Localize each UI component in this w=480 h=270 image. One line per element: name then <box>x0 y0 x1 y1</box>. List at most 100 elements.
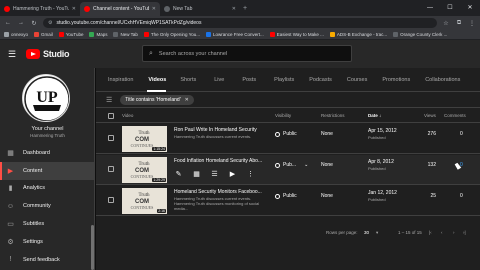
next-page-icon[interactable]: › <box>453 230 455 235</box>
search-input[interactable] <box>158 50 339 57</box>
video-thumbnail[interactable]: Truth COM CONTINUES 1:15:24 <box>122 126 167 152</box>
video-duration: 1:15:24 <box>152 147 166 151</box>
bookmark-7[interactable]: Easiest Way to Make ... <box>269 32 324 37</box>
video-title[interactable]: Ron Paul Write In Homeland Security <box>174 127 257 133</box>
rows-per-page-dropdown-icon[interactable]: ▾ <box>376 230 378 236</box>
visibility-cell[interactable]: Public <box>275 193 297 199</box>
visibility-cell[interactable]: Public <box>275 131 297 137</box>
video-title[interactable]: Food Inflation Homeland Security Abo... <box>174 158 262 164</box>
video-thumbnail[interactable]: Truth COM CONTINUES 1:29:29 <box>122 157 167 183</box>
back-icon[interactable]: ← <box>4 20 12 26</box>
bookmark-9[interactable]: Orange County Clerk ... <box>393 32 447 37</box>
visibility-value: Pub... <box>283 162 297 168</box>
date-value: Apr 8, 2012 <box>368 159 394 165</box>
comments-value[interactable]: 0 <box>460 131 463 137</box>
select-all-checkbox[interactable] <box>108 113 114 119</box>
last-page-icon[interactable]: ›| <box>463 230 466 235</box>
bookmark-star-icon[interactable]: ☆ <box>442 20 450 27</box>
video-title[interactable]: Homeland Security Monitors Faceboo... <box>174 189 262 195</box>
browser-tab-1[interactable]: Channel content - YouTube Stu ✕ <box>80 2 160 16</box>
browser-menu-icon[interactable]: ⋮ <box>468 20 476 27</box>
table-row[interactable]: Truth COM CONTINUES 1:29:29 Food Inflati… <box>96 155 480 185</box>
channel-search[interactable]: ⌕ <box>142 45 352 62</box>
comments-value[interactable]: 0 <box>460 193 463 199</box>
video-thumbnail[interactable]: Truth COM CONTINUES 2:16 <box>122 188 167 214</box>
tab-courses[interactable]: Courses <box>347 77 367 83</box>
row-checkbox[interactable] <box>108 166 114 172</box>
youtube-play-icon[interactable]: ▶ <box>228 171 237 179</box>
bookmark-1[interactable]: Gmail <box>34 32 53 37</box>
sidebar-item-send-feedback[interactable]: ! Send feedback <box>0 251 95 269</box>
tab-posts[interactable]: Posts <box>242 77 256 83</box>
forward-icon[interactable]: → <box>17 20 25 26</box>
edit-pencil-icon[interactable]: ✎ <box>174 171 183 179</box>
filter-icon[interactable]: ☰ <box>106 96 112 104</box>
table-row[interactable]: Truth COM CONTINUES 2:16 Homeland Securi… <box>96 186 480 216</box>
minimize-icon[interactable]: — <box>420 0 440 16</box>
tab-live[interactable]: Live <box>214 77 224 83</box>
tab-inspiration[interactable]: Inspiration <box>108 77 133 83</box>
video-description: Hammering Truth discusses current events… <box>174 134 252 139</box>
analytics-icon[interactable]: ▦ <box>192 171 201 179</box>
close-tab-icon[interactable]: ✕ <box>72 6 76 12</box>
bookmark-8[interactable]: ADS-B Exchange - trac... <box>329 32 387 37</box>
browser-navbar: ← → ↻ ⚙ studio.youtube.com/channel/UCxhH… <box>0 16 480 30</box>
hamburger-menu-icon[interactable]: ☰ <box>8 49 22 60</box>
tab-podcasts[interactable]: Podcasts <box>309 77 332 83</box>
sidebar-item-content[interactable]: ▶ Content <box>0 161 95 180</box>
column-date[interactable]: Date <box>368 113 378 118</box>
close-window-icon[interactable]: ✕ <box>460 0 480 16</box>
sidebar-item-label: Settings <box>23 238 43 245</box>
table-row[interactable]: Truth COM CONTINUES 1:15:24 Ron Paul Wri… <box>96 124 480 154</box>
studio-logo[interactable]: Studio <box>26 49 70 59</box>
close-tab-icon[interactable]: ✕ <box>152 6 156 12</box>
sidebar-item-settings[interactable]: ⚙ Settings <box>0 233 95 251</box>
column-views[interactable]: Views <box>424 113 436 118</box>
tab-collaborations[interactable]: Collaborations <box>425 77 460 83</box>
extensions-icon[interactable]: ⧉ <box>455 20 463 27</box>
rows-per-page-select[interactable]: 30 <box>364 230 369 235</box>
row-checkbox[interactable] <box>108 197 114 203</box>
bookmark-3[interactable]: Maps <box>89 32 107 37</box>
more-options-icon[interactable]: ⋮ <box>246 171 255 179</box>
browser-tab-2[interactable]: New Tab ✕ <box>160 2 240 16</box>
reload-icon[interactable]: ↻ <box>30 20 38 27</box>
filter-chip[interactable]: Title contains 'Homeland' ✕ <box>120 94 194 105</box>
site-info-icon[interactable]: ⚙ <box>48 20 52 26</box>
first-page-icon[interactable]: |‹ <box>429 230 432 235</box>
bookmark-6[interactable]: Lowrance Free Convert... <box>205 32 264 37</box>
sidebar-item-analytics[interactable]: ▮ Analytics <box>0 180 95 198</box>
sidebar-item-subtitles[interactable]: ▭ Subtitles <box>0 215 95 233</box>
sidebar-scrollbar[interactable] <box>91 225 94 270</box>
column-comments[interactable]: Comments <box>444 113 466 118</box>
column-restrictions[interactable]: Restrictions <box>321 113 345 118</box>
bookmark-5[interactable]: The Only Opening You... <box>143 32 200 37</box>
visibility-dropdown[interactable]: Pub... ⌄ <box>275 162 308 168</box>
browser-tab-0[interactable]: Hammering Truth - YouTube ✕ <box>0 2 80 16</box>
sidebar-item-community[interactable]: ☺ Community <box>0 197 95 215</box>
previous-page-icon[interactable]: ‹ <box>441 230 443 235</box>
analytics-icon: ▮ <box>8 185 13 193</box>
comments-icon[interactable]: ☰ <box>210 171 219 179</box>
column-visibility[interactable]: Visibility <box>275 113 291 118</box>
remove-filter-icon[interactable]: ✕ <box>185 97 189 103</box>
bookmark-4[interactable]: New Tab <box>113 32 138 37</box>
bookmark-2[interactable]: YouTube <box>58 32 83 37</box>
visibility-value: Public <box>283 193 297 199</box>
new-tab-icon[interactable]: + <box>243 2 247 16</box>
restrictions-value: None <box>321 162 333 168</box>
row-checkbox[interactable] <box>108 135 114 141</box>
sidebar-item-label: Analytics <box>23 185 46 192</box>
sidebar-item-dashboard[interactable]: ▦ Dashboard <box>0 144 95 162</box>
sort-arrow-icon[interactable]: ↓ <box>379 113 381 118</box>
channel-avatar[interactable]: UP <box>22 74 70 122</box>
maximize-icon[interactable]: ☐ <box>440 0 460 16</box>
tab-promotions[interactable]: Promotions <box>382 77 410 83</box>
bookmark-0[interactable]: onnexyo <box>4 32 28 37</box>
address-bar[interactable]: ⚙ studio.youtube.com/channel/UCxhHVEmiqW… <box>43 18 437 28</box>
tab-playlists[interactable]: Playlists <box>274 77 294 83</box>
sidebar-item-label: Send feedback <box>23 256 60 263</box>
close-tab-icon[interactable]: ✕ <box>232 6 236 12</box>
tab-videos[interactable]: Videos <box>148 77 166 83</box>
tab-shorts[interactable]: Shorts <box>180 77 196 83</box>
